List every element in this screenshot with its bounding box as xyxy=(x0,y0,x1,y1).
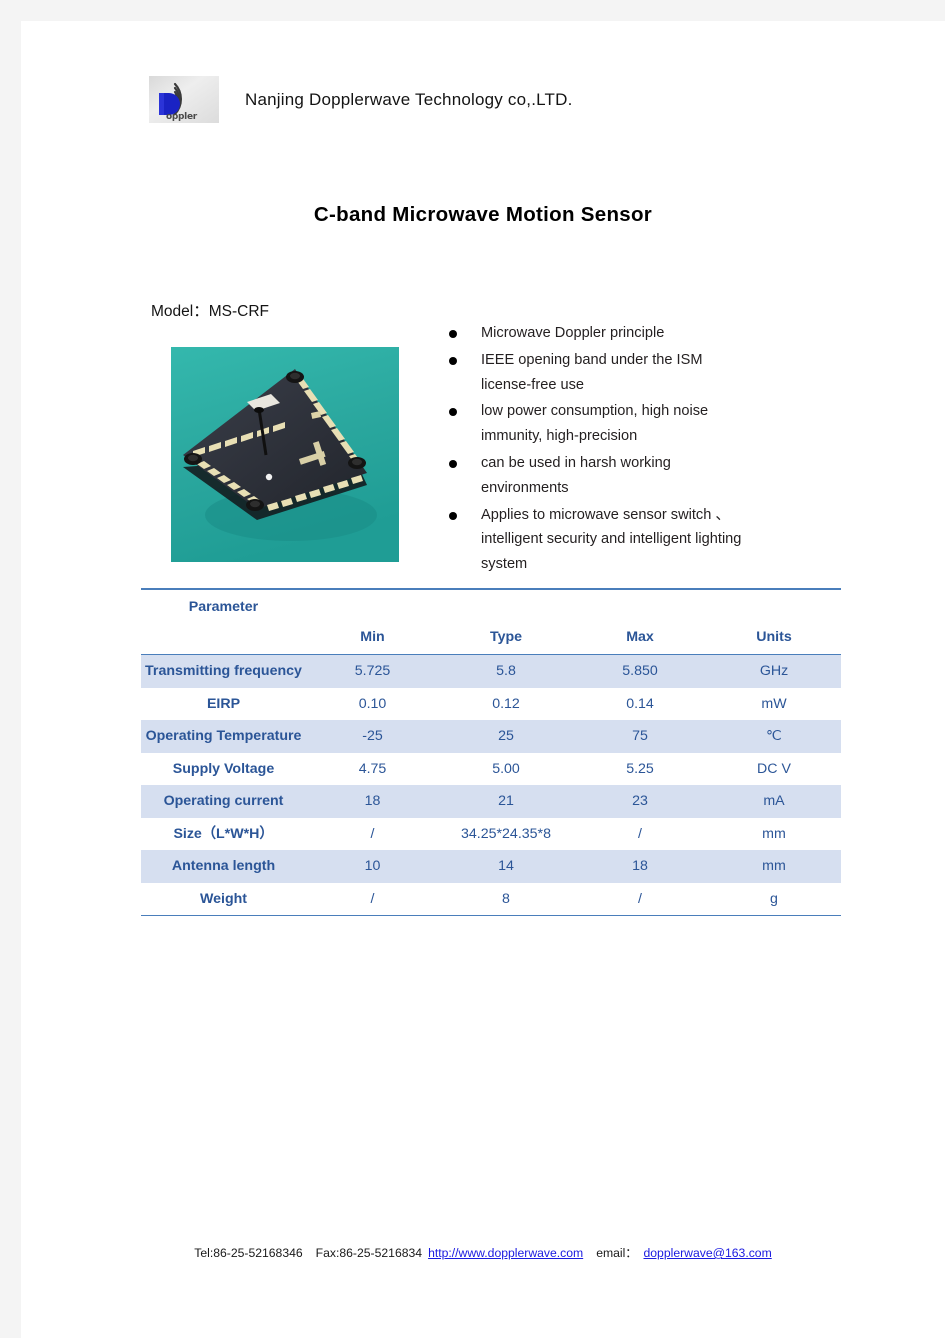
website-link[interactable]: http://www.dopplerwave.com xyxy=(428,1246,583,1260)
cell-units: mW xyxy=(761,695,787,712)
document-page: oppler Nanjing Dopplerwave Technology co… xyxy=(21,21,945,1338)
feature-item: Microwave Doppler principle xyxy=(448,321,803,346)
cell-parameter: Weight xyxy=(199,890,248,907)
cell-max: 0.14 xyxy=(626,695,654,712)
cell-min: 5.725 xyxy=(306,654,439,688)
cell-type: 34.25*24.35*8 xyxy=(461,825,551,842)
cell-parameter: Operating current xyxy=(141,785,306,818)
cell-type: 0.12 xyxy=(492,695,520,712)
cell-max: 5.25 xyxy=(626,760,654,777)
page-footer: Tel:86-25-52168346 Fax:86-25-5216834 http:… xyxy=(21,1243,945,1261)
cell-min: 4.75 xyxy=(358,760,387,777)
table-row: Operating current 18 21 23 mA xyxy=(141,785,841,818)
cell-min: 0.10 xyxy=(358,695,387,712)
table-row: Size（L*W*H） / 34.25*24.35*8 / mm xyxy=(141,818,841,851)
cell-min: / xyxy=(370,825,375,842)
cell-max: 75 xyxy=(573,720,707,753)
cell-parameter: Supply Voltage xyxy=(172,760,275,777)
cell-max: 5.850 xyxy=(573,654,707,688)
cell-max: / xyxy=(638,825,642,842)
column-header-type: Type xyxy=(489,629,523,645)
dopplerwave-logo-icon: oppler xyxy=(149,76,219,123)
table-row: EIRP 0.10 0.12 0.14 mW xyxy=(141,688,841,721)
specification-table: Parameter Min Type Max Units Transmittin… xyxy=(141,588,841,916)
cell-type: 8 xyxy=(502,890,510,907)
cell-type: 14 xyxy=(439,850,573,883)
cell-min: 18 xyxy=(306,785,439,818)
footer-email-label: email： xyxy=(596,1246,638,1260)
cell-units: mm xyxy=(762,825,786,842)
footer-tel: Tel:86-25-52168346 xyxy=(194,1246,303,1260)
feature-line: system xyxy=(481,556,528,573)
logo-wordmark: oppler xyxy=(166,112,197,122)
feature-line: Microwave Doppler principle xyxy=(481,325,665,341)
column-header-max: Max xyxy=(626,629,654,645)
feature-line: low power consumption, high noise xyxy=(481,403,709,420)
cell-parameter: Operating Temperature xyxy=(141,720,306,753)
feature-line: environments xyxy=(481,479,569,496)
cell-units: mm xyxy=(707,850,841,883)
cell-type: 5.8 xyxy=(439,654,573,688)
cell-min: 10 xyxy=(306,850,439,883)
email-link[interactable]: dopplerwave@163.com xyxy=(644,1246,772,1260)
table-row: Weight / 8 / g xyxy=(141,883,841,916)
feature-line: intelligent security and intelligent lig… xyxy=(481,531,742,548)
product-photo xyxy=(171,347,399,562)
cell-units: mA xyxy=(707,785,841,818)
column-header-parameter: Parameter xyxy=(188,599,259,615)
feature-line: can be used in harsh working xyxy=(481,454,671,471)
feature-line: immunity, high-precision xyxy=(481,428,638,445)
table-row: Antenna length 10 14 18 mm xyxy=(141,850,841,883)
table-row: Transmitting frequency 5.725 5.8 5.850 GHz xyxy=(141,654,841,688)
feature-item: IEEE opening band under the ISM license-f… xyxy=(448,348,803,398)
table-body: Transmitting frequency 5.725 5.8 5.850 GHz EI… xyxy=(141,654,841,916)
table-row: Supply Voltage 4.75 5.00 5.25 DC V xyxy=(141,753,841,786)
cell-units: DC V xyxy=(757,760,791,777)
cell-parameter: EIRP xyxy=(206,695,241,712)
feature-line: IEEE opening band under the ISM xyxy=(481,351,703,368)
cell-max: / xyxy=(638,890,642,907)
table-header-row: Parameter Min Type Max Units xyxy=(141,589,841,655)
feature-list: Microwave Doppler principle IEEE opening … xyxy=(448,321,803,579)
feature-line: license-free use xyxy=(481,376,585,393)
cell-min: / xyxy=(370,890,375,907)
cell-type: 5.00 xyxy=(492,760,520,777)
cell-type: 25 xyxy=(439,720,573,753)
model-label: Model：MS-CRF xyxy=(151,303,269,320)
feature-item: low power consumption, high noise immunit… xyxy=(448,399,803,449)
cell-max: 23 xyxy=(573,785,707,818)
cell-parameter: Size（L*W*H） xyxy=(173,825,274,842)
company-name: Nanjing Dopplerwave Technology co,.LTD. xyxy=(245,89,573,109)
cell-max: 18 xyxy=(573,850,707,883)
cell-parameter: Antenna length xyxy=(141,850,306,883)
cell-min: -25 xyxy=(306,720,439,753)
feature-line: Applies to microwave sensor switch 、 xyxy=(481,506,730,523)
cell-type: 21 xyxy=(439,785,573,818)
column-header-units: Units xyxy=(756,629,792,645)
column-header-min: Min xyxy=(360,629,385,645)
feature-item: can be used in harsh working environments xyxy=(448,451,803,501)
document-header: oppler Nanjing Dopplerwave Technology co… xyxy=(149,76,573,123)
spec-table-container: Parameter Min Type Max Units Transmittin… xyxy=(141,588,841,916)
footer-fax: Fax:86-25-5216834 xyxy=(315,1246,423,1260)
feature-item: Applies to microwave sensor switch 、 inte… xyxy=(448,503,803,577)
page-title: C-band Microwave Motion Sensor xyxy=(313,203,653,226)
cell-units: GHz xyxy=(707,654,841,688)
table-row: Operating Temperature -25 25 75 ℃ xyxy=(141,720,841,753)
cell-units: ℃ xyxy=(707,720,841,753)
cell-parameter: Transmitting frequency xyxy=(141,654,306,688)
cell-units: g xyxy=(770,890,778,907)
